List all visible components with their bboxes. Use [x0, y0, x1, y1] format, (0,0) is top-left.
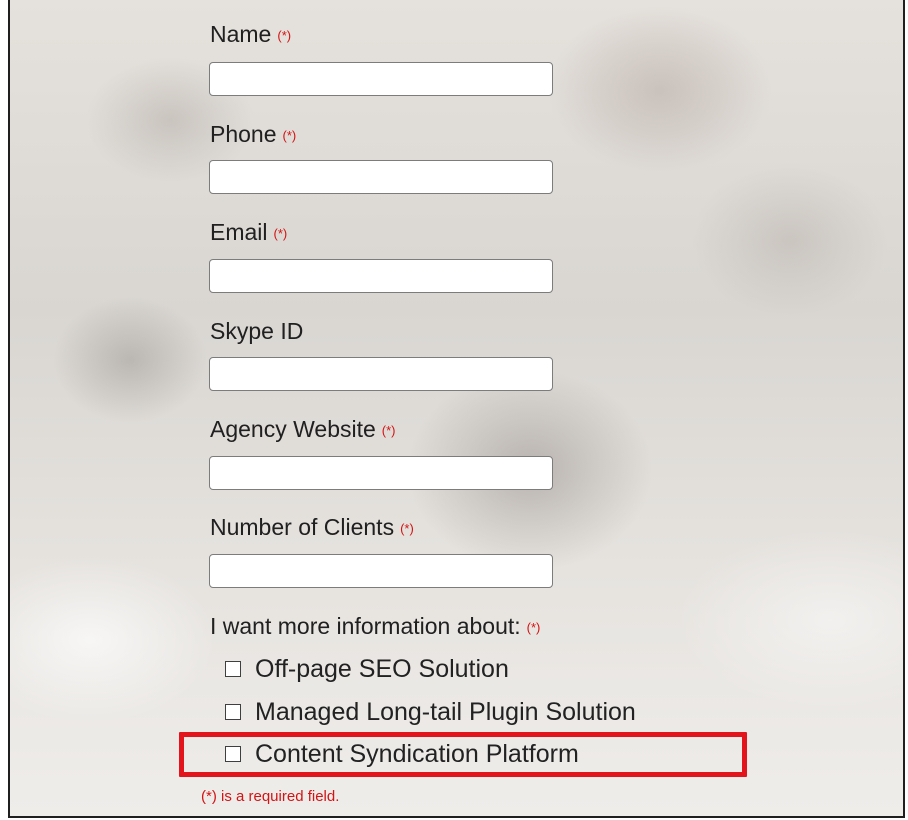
agency-website-label-text: Agency Website — [210, 416, 376, 442]
skype-id-label: Skype ID — [210, 317, 303, 345]
checkbox-off-page-seo[interactable]: Off-page SEO Solution — [225, 654, 509, 684]
required-marker: (*) — [282, 127, 297, 143]
required-marker: (*) — [400, 520, 414, 536]
highlight-annotation — [179, 732, 747, 777]
skype-id-label-text: Skype ID — [210, 318, 304, 344]
agency-website-label: Agency Website (*) — [210, 415, 396, 445]
phone-input[interactable] — [209, 160, 553, 194]
agency-website-input[interactable] — [209, 456, 553, 490]
number-of-clients-label-text: Number of Clients — [210, 514, 395, 540]
required-marker: (*) — [381, 422, 396, 438]
email-label-text: Email — [210, 219, 268, 245]
required-marker: (*) — [526, 619, 541, 635]
skype-id-input[interactable] — [209, 357, 553, 391]
phone-label: Phone (*) — [210, 120, 296, 150]
interest-group-label: I want more information about: (*) — [210, 612, 540, 642]
checkbox-label: Off-page SEO Solution — [255, 654, 509, 683]
phone-label-text: Phone — [210, 121, 277, 147]
checkbox-managed-long-tail-plugin[interactable]: Managed Long-tail Plugin Solution — [225, 697, 636, 727]
checkbox-box[interactable] — [225, 704, 241, 720]
number-of-clients-label: Number of Clients (*) — [210, 513, 414, 543]
email-input[interactable] — [209, 259, 553, 293]
email-label: Email (*) — [210, 218, 287, 248]
interest-group-label-text: I want more information about: — [210, 613, 521, 639]
name-input[interactable] — [209, 62, 553, 96]
name-label-text: Name — [210, 21, 272, 47]
required-marker: (*) — [273, 225, 288, 241]
required-field-note: (*) is a required field. — [201, 788, 340, 805]
checkbox-box[interactable] — [225, 661, 241, 677]
number-of-clients-input[interactable] — [209, 554, 553, 588]
required-marker: (*) — [277, 27, 292, 43]
name-label: Name (*) — [210, 20, 291, 50]
form-panel: Name (*) Phone (*) Email (*) Skype ID Agenc… — [8, 0, 905, 818]
checkbox-label: Managed Long-tail Plugin Solution — [255, 697, 636, 726]
